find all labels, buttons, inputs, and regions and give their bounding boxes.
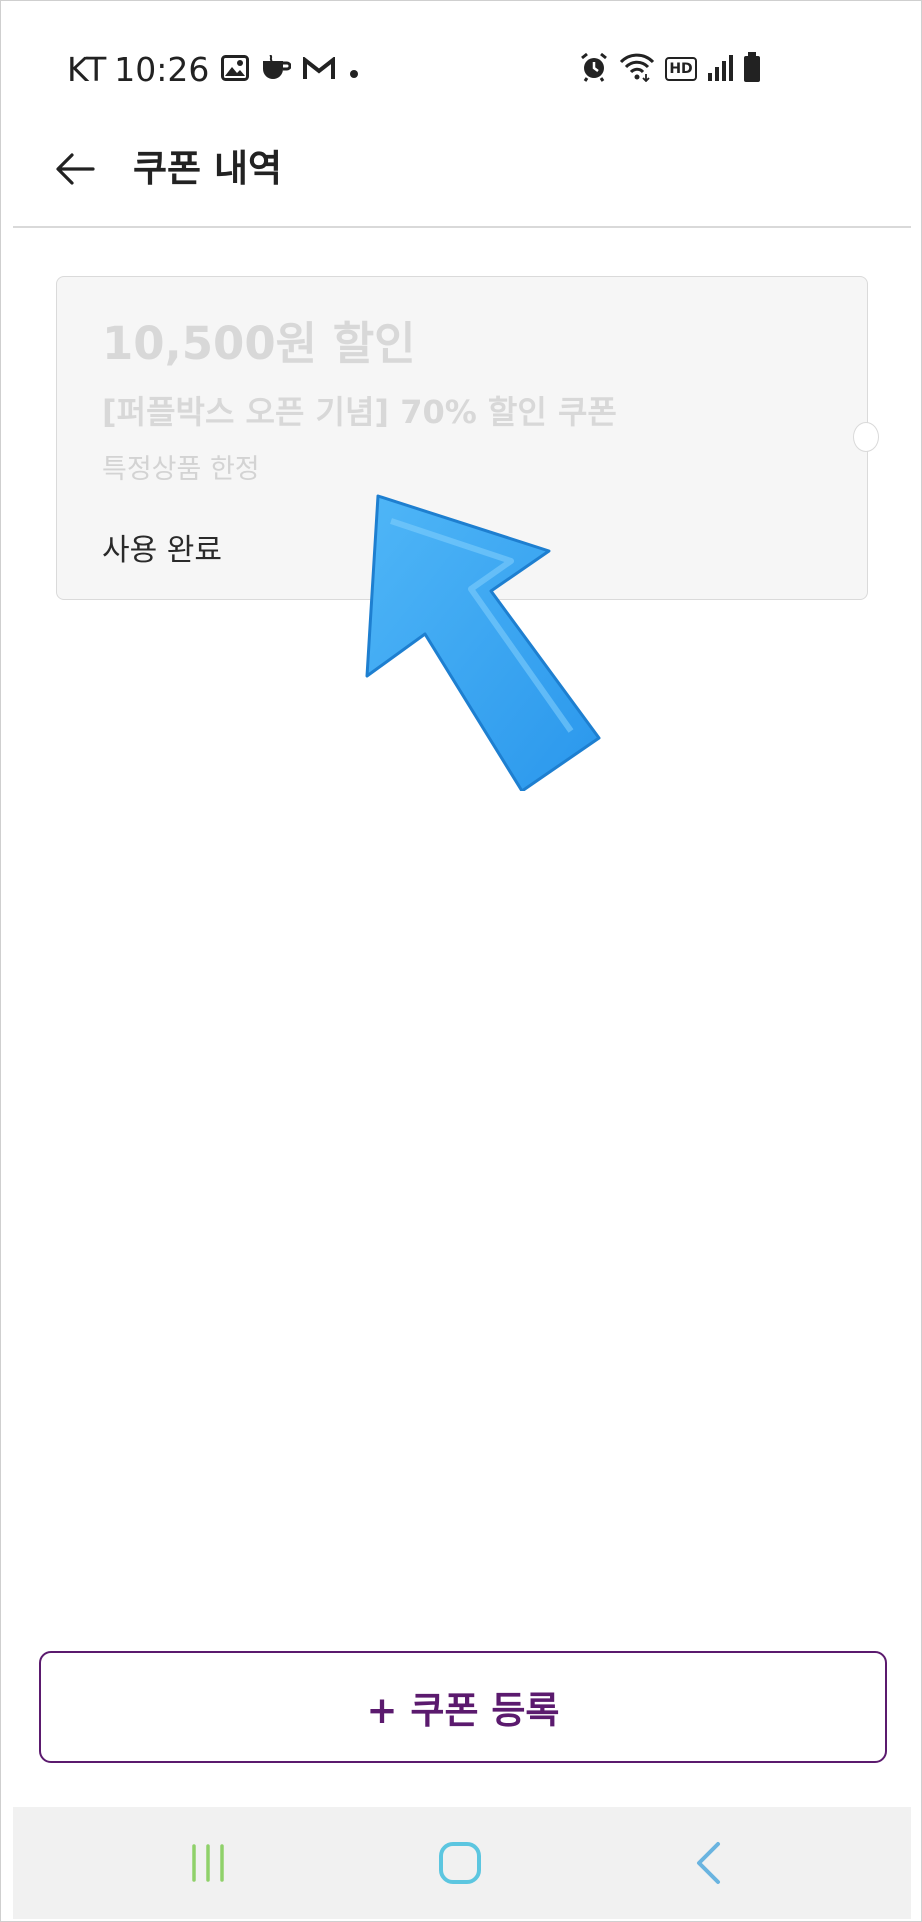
app-header: 쿠폰 내역 [1, 131, 921, 227]
header-divider [13, 226, 911, 228]
coupon-notch [853, 422, 879, 452]
nav-back-button[interactable] [648, 1807, 768, 1919]
status-bar: KT 10:26 HD [1, 1, 921, 131]
battery-icon [743, 52, 761, 86]
alarm-icon [579, 52, 609, 86]
back-button[interactable] [49, 143, 101, 195]
coupon-name: [퍼플박스 오픈 기념] 70% 할인 쿠폰 [102, 393, 617, 431]
gmail-icon [303, 50, 336, 89]
coupon-amount: 10,500원 할인 [102, 317, 416, 370]
coupon-status: 사용 완료 [102, 533, 222, 568]
signal-icon [707, 53, 733, 85]
dot-icon [347, 50, 361, 89]
status-left: KT 10:26 [67, 47, 361, 91]
status-right: HD [579, 49, 761, 89]
register-coupon-button[interactable]: + 쿠폰 등록 [39, 1651, 887, 1763]
system-nav-bar [13, 1807, 911, 1919]
back-chevron-icon [697, 1842, 720, 1884]
carrier-label: KT [67, 49, 107, 89]
home-icon [439, 1842, 481, 1884]
hd-icon: HD [665, 57, 697, 81]
home-button[interactable] [400, 1807, 520, 1919]
pointer-arrow-icon [365, 494, 601, 791]
page-title: 쿠폰 내역 [133, 147, 283, 190]
clock-time: 10:26 [114, 49, 210, 89]
hd-label: HD [669, 61, 693, 77]
wifi-icon [619, 52, 655, 86]
app-frame: KT 10:26 HD 쿠폰 내역 10,500원 할인 [퍼플박스 오픈 기념… [0, 0, 922, 1922]
recent-apps-icon [192, 1844, 224, 1882]
coupon-scope: 특정상품 한정 [102, 454, 260, 485]
coffee-icon [261, 50, 292, 89]
arrow-left-icon [56, 153, 95, 185]
image-icon [221, 50, 250, 89]
recent-apps-button[interactable] [148, 1807, 268, 1919]
